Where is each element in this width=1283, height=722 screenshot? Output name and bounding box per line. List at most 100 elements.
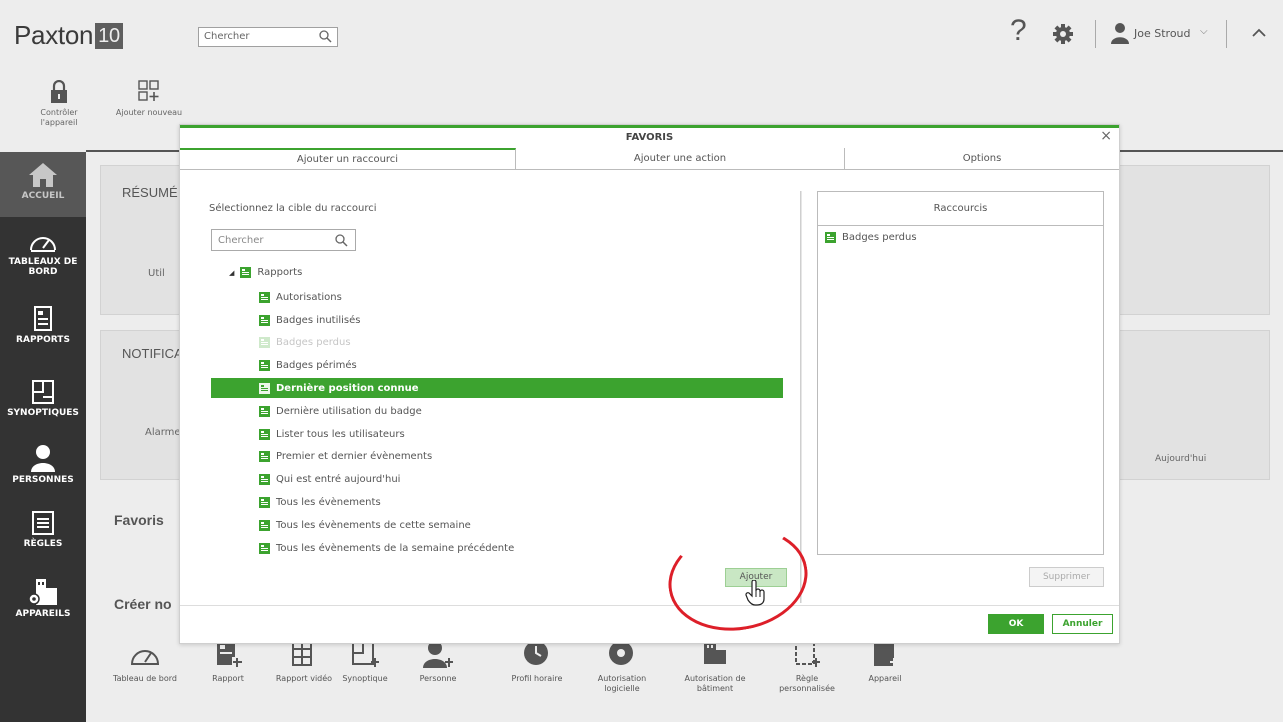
tree-item[interactable]: Lister tous les utilisateurs bbox=[211, 424, 783, 444]
sidebar-item-rules[interactable]: RÈGLES bbox=[0, 510, 86, 549]
user-name[interactable]: Joe Stroud bbox=[1134, 27, 1191, 40]
report-add-icon bbox=[217, 641, 242, 667]
notifications-title: NOTIFICA bbox=[122, 346, 183, 361]
create-dashboard-button[interactable]: Tableau de bord bbox=[105, 640, 185, 684]
expanded-triangle-icon[interactable]: ◢ bbox=[229, 269, 234, 277]
report-icon bbox=[259, 496, 270, 508]
today-label: Aujourd'hui bbox=[1155, 454, 1207, 464]
tree-item-selected[interactable]: Dernière position connue bbox=[211, 378, 783, 398]
tree-node-label: Rapports bbox=[257, 267, 303, 278]
tab-options[interactable]: Options bbox=[845, 148, 1119, 169]
create-time-profile-button[interactable]: Profil horaire bbox=[497, 640, 577, 684]
tab-add-action[interactable]: Ajouter une action bbox=[516, 148, 845, 169]
person-add-icon bbox=[423, 641, 453, 668]
add-grid-icon bbox=[138, 80, 159, 101]
floorplan-add-icon bbox=[352, 641, 379, 667]
control-device-button[interactable]: Contrôler l'appareil bbox=[28, 80, 90, 128]
search-icon[interactable] bbox=[334, 233, 348, 247]
add-new-label: Ajouter nouveau bbox=[115, 108, 183, 117]
control-device-label: Contrôler l'appareil bbox=[40, 108, 78, 127]
create-floorplan-button[interactable]: Synoptique bbox=[325, 640, 405, 684]
cancel-button[interactable]: Annuler bbox=[1052, 614, 1113, 634]
clock-icon bbox=[524, 641, 548, 665]
tree-item[interactable]: Premier et dernier évènements bbox=[211, 446, 783, 466]
gauge-icon bbox=[130, 650, 160, 665]
create-report-button[interactable]: Rapport bbox=[188, 640, 268, 684]
user-avatar-icon[interactable] bbox=[1110, 22, 1130, 44]
tree-node-reports[interactable]: ◢ Rapports bbox=[229, 267, 302, 278]
chevron-down-icon[interactable]: ⌵ bbox=[1200, 26, 1208, 37]
tree-item[interactable]: Tous les évènements bbox=[211, 492, 783, 512]
sidebar-item-devices[interactable]: APPAREILS bbox=[0, 578, 86, 619]
chevron-up-icon[interactable] bbox=[1250, 24, 1268, 42]
tree-item[interactable]: Badges inutilisés bbox=[211, 310, 783, 330]
report-icon bbox=[259, 336, 270, 348]
sidebar-item-dashboards[interactable]: TABLEAUX DE BORD bbox=[0, 230, 86, 277]
report-icon bbox=[259, 405, 270, 417]
report-icon bbox=[259, 428, 270, 440]
sidebar-item-home[interactable]: ACCUEIL bbox=[0, 152, 86, 217]
report-icon bbox=[259, 382, 270, 394]
create-building-authorisation-button[interactable]: Autorisation de bâtiment bbox=[675, 640, 755, 694]
add-new-button[interactable]: Ajouter nouveau bbox=[104, 80, 194, 118]
notifications-text: Alarme bbox=[145, 427, 181, 438]
report-icon bbox=[259, 450, 270, 462]
software-auth-icon bbox=[609, 641, 633, 665]
create-device-button[interactable]: Appareil bbox=[845, 640, 925, 684]
shortcuts-header: Raccourcis bbox=[818, 192, 1103, 226]
hand-cursor-icon bbox=[745, 580, 765, 606]
gauge-icon bbox=[30, 237, 56, 252]
sidebar-item-people[interactable]: PERSONNES bbox=[0, 444, 86, 485]
tree-item[interactable]: Dernière utilisation du badge bbox=[211, 401, 783, 421]
report-icon bbox=[34, 306, 52, 331]
app-logo: Paxton 10 bbox=[14, 20, 123, 51]
lock-icon bbox=[51, 80, 67, 103]
shortcut-item[interactable]: Badges perdus bbox=[825, 232, 917, 243]
shortcut-target-prompt: Sélectionnez la cible du raccourci bbox=[209, 203, 377, 214]
create-custom-rule-button[interactable]: Règle personnalisée bbox=[767, 640, 847, 694]
dialog-title: FAVORIS bbox=[180, 125, 1119, 147]
search-icon[interactable] bbox=[318, 29, 332, 43]
report-icon bbox=[259, 314, 270, 326]
global-search-input[interactable]: Chercher bbox=[198, 27, 338, 47]
tree-item[interactable]: Qui est entré aujourd'hui bbox=[211, 469, 783, 489]
report-icon bbox=[259, 359, 270, 371]
tree-item[interactable]: Tous les évènements de cette semaine bbox=[211, 515, 783, 535]
tree-item[interactable]: Autorisations bbox=[211, 287, 783, 307]
delete-button[interactable]: Supprimer bbox=[1029, 567, 1104, 587]
close-icon[interactable]: × bbox=[1100, 128, 1112, 144]
tree-search-input[interactable]: Chercher bbox=[211, 229, 356, 251]
ok-button[interactable]: OK bbox=[988, 614, 1044, 634]
favorites-heading: Favoris bbox=[114, 512, 164, 528]
report-icon bbox=[240, 267, 252, 278]
header-separator bbox=[1095, 20, 1096, 48]
summary-text: Util bbox=[148, 268, 165, 279]
floorplan-icon bbox=[32, 380, 54, 404]
tree-search-placeholder: Chercher bbox=[218, 235, 264, 246]
person-icon bbox=[31, 445, 55, 472]
help-icon[interactable]: ? bbox=[1010, 14, 1027, 48]
tree-item[interactable]: Badges périmés bbox=[211, 355, 783, 375]
devices-icon bbox=[28, 579, 57, 605]
create-person-button[interactable]: Personne bbox=[398, 640, 478, 684]
home-icon bbox=[29, 163, 57, 187]
report-icon bbox=[259, 291, 270, 303]
device-add-icon bbox=[874, 641, 898, 667]
sidebar: ACCUEIL TABLEAUX DE BORD RAPPORTS SYNOPT… bbox=[0, 152, 86, 722]
tab-add-shortcut[interactable]: Ajouter un raccourci bbox=[180, 148, 516, 169]
global-search-placeholder: Chercher bbox=[204, 31, 250, 42]
sidebar-item-reports[interactable]: RAPPORTS bbox=[0, 306, 86, 345]
shortcuts-list: Raccourcis Badges perdus bbox=[817, 191, 1104, 555]
sidebar-item-floorplans[interactable]: SYNOPTIQUES bbox=[0, 379, 86, 418]
report-icon bbox=[825, 232, 836, 243]
report-icon bbox=[259, 542, 270, 554]
create-software-authorisation-button[interactable]: Autorisation logicielle bbox=[582, 640, 662, 694]
favorites-dialog: FAVORIS × Ajouter un raccourci Ajouter u… bbox=[179, 124, 1120, 644]
rules-icon bbox=[32, 511, 54, 535]
dialog-footer-divider bbox=[180, 605, 1119, 606]
gear-icon[interactable] bbox=[1052, 23, 1074, 45]
video-report-icon bbox=[292, 640, 312, 666]
create-new-heading: Créer no bbox=[114, 596, 172, 612]
panel-divider bbox=[800, 191, 802, 603]
custom-rule-icon bbox=[795, 641, 820, 667]
